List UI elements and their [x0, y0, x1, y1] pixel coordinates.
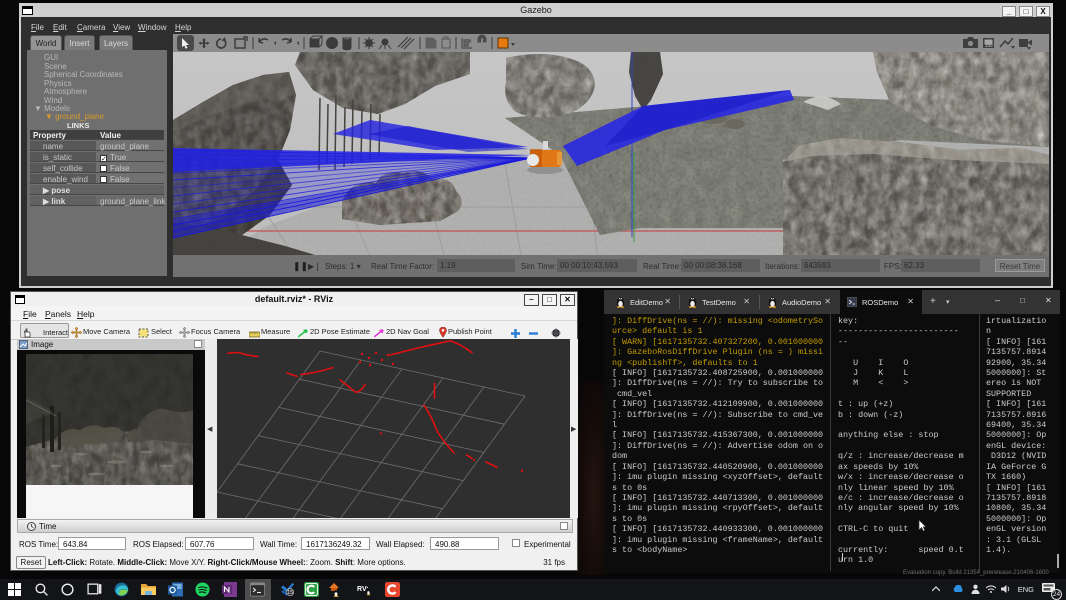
svg-text:15: 15 — [287, 590, 293, 596]
svg-text:100: 100 — [985, 43, 993, 48]
